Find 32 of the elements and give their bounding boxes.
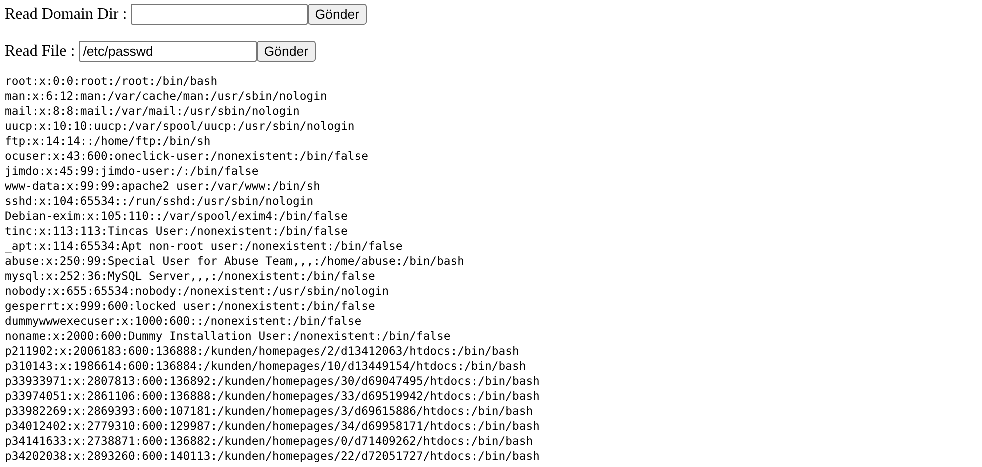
output-line: p34202038:x:2893260:600:140113:/kunden/homepages/22/d72051727/htdocs:/bin/bash	[5, 449, 541, 464]
field-label: Read Domain Dir :	[5, 4, 128, 24]
output-line: p34012402:x:2779310:600:129987:/kunden/homepages/34/d69958171/htdocs:/bin/bash	[5, 419, 541, 434]
output-line: p310143:x:1986614:600:136884:/kunden/homepages/10/d13449154/htdocs:/bin/bash	[5, 359, 528, 374]
output-line: p33982269:x:2869393:600:107181:/kunden/homepages/3/d69615886/htdocs:/bin/bash	[5, 404, 534, 419]
output-line: p211902:x:2006183:600:136888:/kunden/homepages/2/d13412063/htdocs:/bin/bash	[5, 344, 520, 359]
output-line: ftp:x:14:14::/home/ftp:/bin/sh	[5, 134, 212, 149]
field-label: Read File :	[5, 42, 76, 62]
output-line: noname:x:2000:600:Dummy Installation User:/nonexistent:/bin/false	[5, 329, 452, 344]
output-line: jimdo:x:45:99:jimdo-user:/:/bin/false	[5, 164, 260, 179]
output-line: p34141633:x:2738871:600:136882:/kunden/homepages/0/d71409262/htdocs:/bin/bash	[5, 434, 534, 449]
output-line: root:x:0:0:root:/root:/bin/bash	[5, 74, 219, 89]
output-line: nobody:x:655:65534:nobody:/nonexistent:/usr/sbin/nologin	[5, 284, 390, 299]
output-line: sshd:x:104:65534::/run/sshd:/usr/sbin/nologin	[5, 194, 315, 209]
output-line: _apt:x:114:65534:Apt non-root user:/nonexistent:/bin/false	[5, 239, 404, 254]
output-line: uucp:x:10:10:uucp:/var/spool/uucp:/usr/sbin/nologin	[5, 119, 356, 134]
output-line: abuse:x:250:99:Special User for Abuse Team,,,:/home/abuse:/bin/bash	[5, 254, 466, 269]
output-line: mail:x:8:8:mail:/var/mail:/usr/sbin/nologin	[5, 104, 301, 119]
output-line: gesperrt:x:999:600:locked user:/nonexistent:/bin/false	[5, 299, 376, 314]
output-line: www-data:x:99:99:apache2 user:/var/www:/bin/sh	[5, 179, 322, 194]
output-line: Debian-exim:x:105:110::/var/spool/exim4:/bin/false	[5, 209, 349, 224]
submit-button[interactable]: Gönder	[308, 4, 367, 25]
output-line: mysql:x:252:36:MySQL Server,,,:/nonexistent:/bin/false	[5, 269, 376, 284]
output-line: dummywwwexecuser:x:1000:600::/nonexistent:/bin/false	[5, 314, 363, 329]
output-line: p33933971:x:2807813:600:136892:/kunden/homepages/30/d69047495/htdocs:/bin/bash	[5, 374, 541, 389]
output-line: ocuser:x:43:600:oneclick-user:/nonexistent:/bin/false	[5, 149, 370, 164]
submit-button[interactable]: Gönder	[257, 41, 316, 62]
file-path-field[interactable]: /etc/passwd	[79, 41, 258, 62]
output-line: man:x:6:12:man:/var/cache/man:/usr/sbin/nologin	[5, 89, 328, 104]
output-line: tinc:x:113:113:Tincas User:/nonexistent:/bin/false	[5, 224, 349, 239]
output-line: p33974051:x:2861106:600:136888:/kunden/homepages/33/d69519942/htdocs:/bin/bash	[5, 389, 541, 404]
domain-dir-field[interactable]	[131, 4, 308, 25]
